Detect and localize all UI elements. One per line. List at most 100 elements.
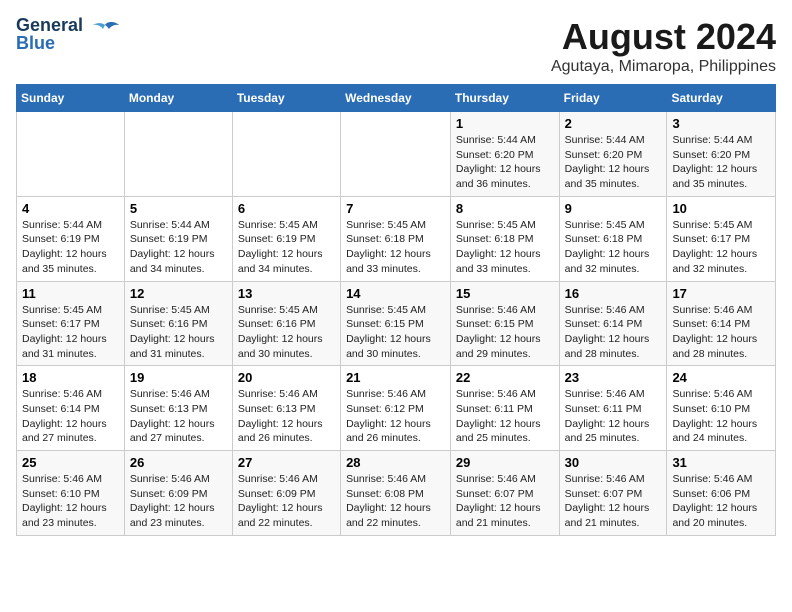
day-info: Sunrise: 5:44 AMSunset: 6:20 PMDaylight:…	[672, 133, 770, 192]
day-info: Sunrise: 5:46 AMSunset: 6:09 PMDaylight:…	[238, 472, 335, 531]
day-info: Sunrise: 5:46 AMSunset: 6:10 PMDaylight:…	[22, 472, 119, 531]
calendar-cell: 18 Sunrise: 5:46 AMSunset: 6:14 PMDayligh…	[17, 366, 125, 451]
day-number: 25	[22, 455, 119, 470]
day-info: Sunrise: 5:44 AMSunset: 6:19 PMDaylight:…	[130, 218, 227, 277]
day-info: Sunrise: 5:44 AMSunset: 6:20 PMDaylight:…	[456, 133, 554, 192]
header: General Blue August 2024 Agutaya, Mimaro…	[16, 16, 776, 76]
day-info: Sunrise: 5:45 AMSunset: 6:18 PMDaylight:…	[346, 218, 445, 277]
day-info: Sunrise: 5:46 AMSunset: 6:15 PMDaylight:…	[456, 303, 554, 362]
day-number: 17	[672, 286, 770, 301]
day-number: 19	[130, 370, 227, 385]
calendar-cell: 14Sunrise: 5:45 AMSunset: 6:15 PMDayligh…	[341, 281, 451, 366]
calendar-cell: 13Sunrise: 5:45 AMSunset: 6:16 PMDayligh…	[232, 281, 340, 366]
day-number: 21	[346, 370, 445, 385]
day-number: 4	[22, 201, 119, 216]
day-info: Sunrise: 5:44 AMSunset: 6:19 PMDaylight:…	[22, 218, 119, 277]
day-number: 18	[22, 370, 119, 385]
calendar-table: SundayMondayTuesdayWednesdayThursdayFrid…	[16, 84, 776, 536]
day-number: 16	[565, 286, 662, 301]
day-info: Sunrise: 5:46 AMSunset: 6:11 PMDaylight:…	[456, 387, 554, 446]
week-row-2: 4 Sunrise: 5:44 AMSunset: 6:19 PMDaylight…	[17, 196, 776, 281]
col-header-tuesday: Tuesday	[232, 85, 340, 112]
day-info: Sunrise: 5:46 AMSunset: 6:12 PMDaylight:…	[346, 387, 445, 446]
col-header-wednesday: Wednesday	[341, 85, 451, 112]
calendar-cell: 29Sunrise: 5:46 AMSunset: 6:07 PMDayligh…	[450, 451, 559, 536]
calendar-cell	[124, 112, 232, 197]
calendar-cell	[17, 112, 125, 197]
day-info: Sunrise: 5:46 AMSunset: 6:08 PMDaylight:…	[346, 472, 445, 531]
day-info: Sunrise: 5:46 AMSunset: 6:11 PMDaylight:…	[565, 387, 662, 446]
calendar-cell: 12 Sunrise: 5:45 AMSunset: 6:16 PMDayligh…	[124, 281, 232, 366]
week-row-1: 1 Sunrise: 5:44 AMSunset: 6:20 PMDaylight…	[17, 112, 776, 197]
calendar-header-row: SundayMondayTuesdayWednesdayThursdayFrid…	[17, 85, 776, 112]
calendar-cell: 3 Sunrise: 5:44 AMSunset: 6:20 PMDaylight…	[667, 112, 776, 197]
day-info: Sunrise: 5:46 AMSunset: 6:10 PMDaylight:…	[672, 387, 770, 446]
calendar-cell: 8 Sunrise: 5:45 AMSunset: 6:18 PMDaylight…	[450, 196, 559, 281]
day-info: Sunrise: 5:45 AMSunset: 6:17 PMDaylight:…	[22, 303, 119, 362]
day-info: Sunrise: 5:45 AMSunset: 6:19 PMDaylight:…	[238, 218, 335, 277]
calendar-cell: 5 Sunrise: 5:44 AMSunset: 6:19 PMDaylight…	[124, 196, 232, 281]
week-row-4: 18 Sunrise: 5:46 AMSunset: 6:14 PMDayligh…	[17, 366, 776, 451]
day-info: Sunrise: 5:45 AMSunset: 6:16 PMDaylight:…	[238, 303, 335, 362]
calendar-cell: 6Sunrise: 5:45 AMSunset: 6:19 PMDaylight…	[232, 196, 340, 281]
calendar-cell: 31 Sunrise: 5:46 AMSunset: 6:06 PMDayligh…	[667, 451, 776, 536]
day-number: 3	[672, 116, 770, 131]
day-number: 23	[565, 370, 662, 385]
calendar-cell: 10Sunrise: 5:45 AMSunset: 6:17 PMDayligh…	[667, 196, 776, 281]
calendar-cell: 23 Sunrise: 5:46 AMSunset: 6:11 PMDayligh…	[559, 366, 667, 451]
calendar-cell: 22 Sunrise: 5:46 AMSunset: 6:11 PMDayligh…	[450, 366, 559, 451]
subtitle: Agutaya, Mimaropa, Philippines	[551, 58, 776, 76]
week-row-5: 25 Sunrise: 5:46 AMSunset: 6:10 PMDayligh…	[17, 451, 776, 536]
week-row-3: 11 Sunrise: 5:45 AMSunset: 6:17 PMDayligh…	[17, 281, 776, 366]
col-header-thursday: Thursday	[450, 85, 559, 112]
day-number: 31	[672, 455, 770, 470]
calendar-cell	[232, 112, 340, 197]
calendar-cell: 7Sunrise: 5:45 AMSunset: 6:18 PMDaylight…	[341, 196, 451, 281]
calendar-cell: 24 Sunrise: 5:46 AMSunset: 6:10 PMDayligh…	[667, 366, 776, 451]
day-info: Sunrise: 5:46 AMSunset: 6:09 PMDaylight:…	[130, 472, 227, 531]
day-info: Sunrise: 5:45 AMSunset: 6:18 PMDaylight:…	[565, 218, 662, 277]
day-number: 1	[456, 116, 554, 131]
day-number: 8	[456, 201, 554, 216]
calendar-cell: 25 Sunrise: 5:46 AMSunset: 6:10 PMDayligh…	[17, 451, 125, 536]
main-title: August 2024	[551, 16, 776, 58]
day-number: 9	[565, 201, 662, 216]
day-number: 11	[22, 286, 119, 301]
calendar-cell: 19 Sunrise: 5:46 AMSunset: 6:13 PMDayligh…	[124, 366, 232, 451]
day-number: 10	[672, 201, 770, 216]
calendar-cell: 20Sunrise: 5:46 AMSunset: 6:13 PMDayligh…	[232, 366, 340, 451]
day-number: 28	[346, 455, 445, 470]
day-number: 26	[130, 455, 227, 470]
day-info: Sunrise: 5:46 AMSunset: 6:14 PMDaylight:…	[672, 303, 770, 362]
day-info: Sunrise: 5:45 AMSunset: 6:16 PMDaylight:…	[130, 303, 227, 362]
day-info: Sunrise: 5:46 AMSunset: 6:14 PMDaylight:…	[22, 387, 119, 446]
day-number: 27	[238, 455, 335, 470]
calendar-cell: 27 Sunrise: 5:46 AMSunset: 6:09 PMDayligh…	[232, 451, 340, 536]
col-header-saturday: Saturday	[667, 85, 776, 112]
logo-blue: Blue	[16, 34, 83, 52]
col-header-monday: Monday	[124, 85, 232, 112]
day-info: Sunrise: 5:46 AMSunset: 6:13 PMDaylight:…	[130, 387, 227, 446]
day-number: 29	[456, 455, 554, 470]
day-number: 24	[672, 370, 770, 385]
day-number: 2	[565, 116, 662, 131]
calendar-cell: 26 Sunrise: 5:46 AMSunset: 6:09 PMDayligh…	[124, 451, 232, 536]
day-number: 5	[130, 201, 227, 216]
logo-general: General	[16, 16, 83, 34]
day-number: 30	[565, 455, 662, 470]
col-header-friday: Friday	[559, 85, 667, 112]
day-info: Sunrise: 5:45 AMSunset: 6:18 PMDaylight:…	[456, 218, 554, 277]
day-info: Sunrise: 5:46 AMSunset: 6:07 PMDaylight:…	[565, 472, 662, 531]
calendar-cell	[341, 112, 451, 197]
day-number: 12	[130, 286, 227, 301]
day-number: 22	[456, 370, 554, 385]
day-info: Sunrise: 5:46 AMSunset: 6:06 PMDaylight:…	[672, 472, 770, 531]
calendar-cell: 21 Sunrise: 5:46 AMSunset: 6:12 PMDayligh…	[341, 366, 451, 451]
day-info: Sunrise: 5:46 AMSunset: 6:14 PMDaylight:…	[565, 303, 662, 362]
calendar-cell: 17 Sunrise: 5:46 AMSunset: 6:14 PMDayligh…	[667, 281, 776, 366]
calendar-cell: 1 Sunrise: 5:44 AMSunset: 6:20 PMDaylight…	[450, 112, 559, 197]
day-info: Sunrise: 5:45 AMSunset: 6:15 PMDaylight:…	[346, 303, 445, 362]
calendar-cell: 9 Sunrise: 5:45 AMSunset: 6:18 PMDaylight…	[559, 196, 667, 281]
day-number: 20	[238, 370, 335, 385]
title-area: August 2024 Agutaya, Mimaropa, Philippin…	[551, 16, 776, 76]
